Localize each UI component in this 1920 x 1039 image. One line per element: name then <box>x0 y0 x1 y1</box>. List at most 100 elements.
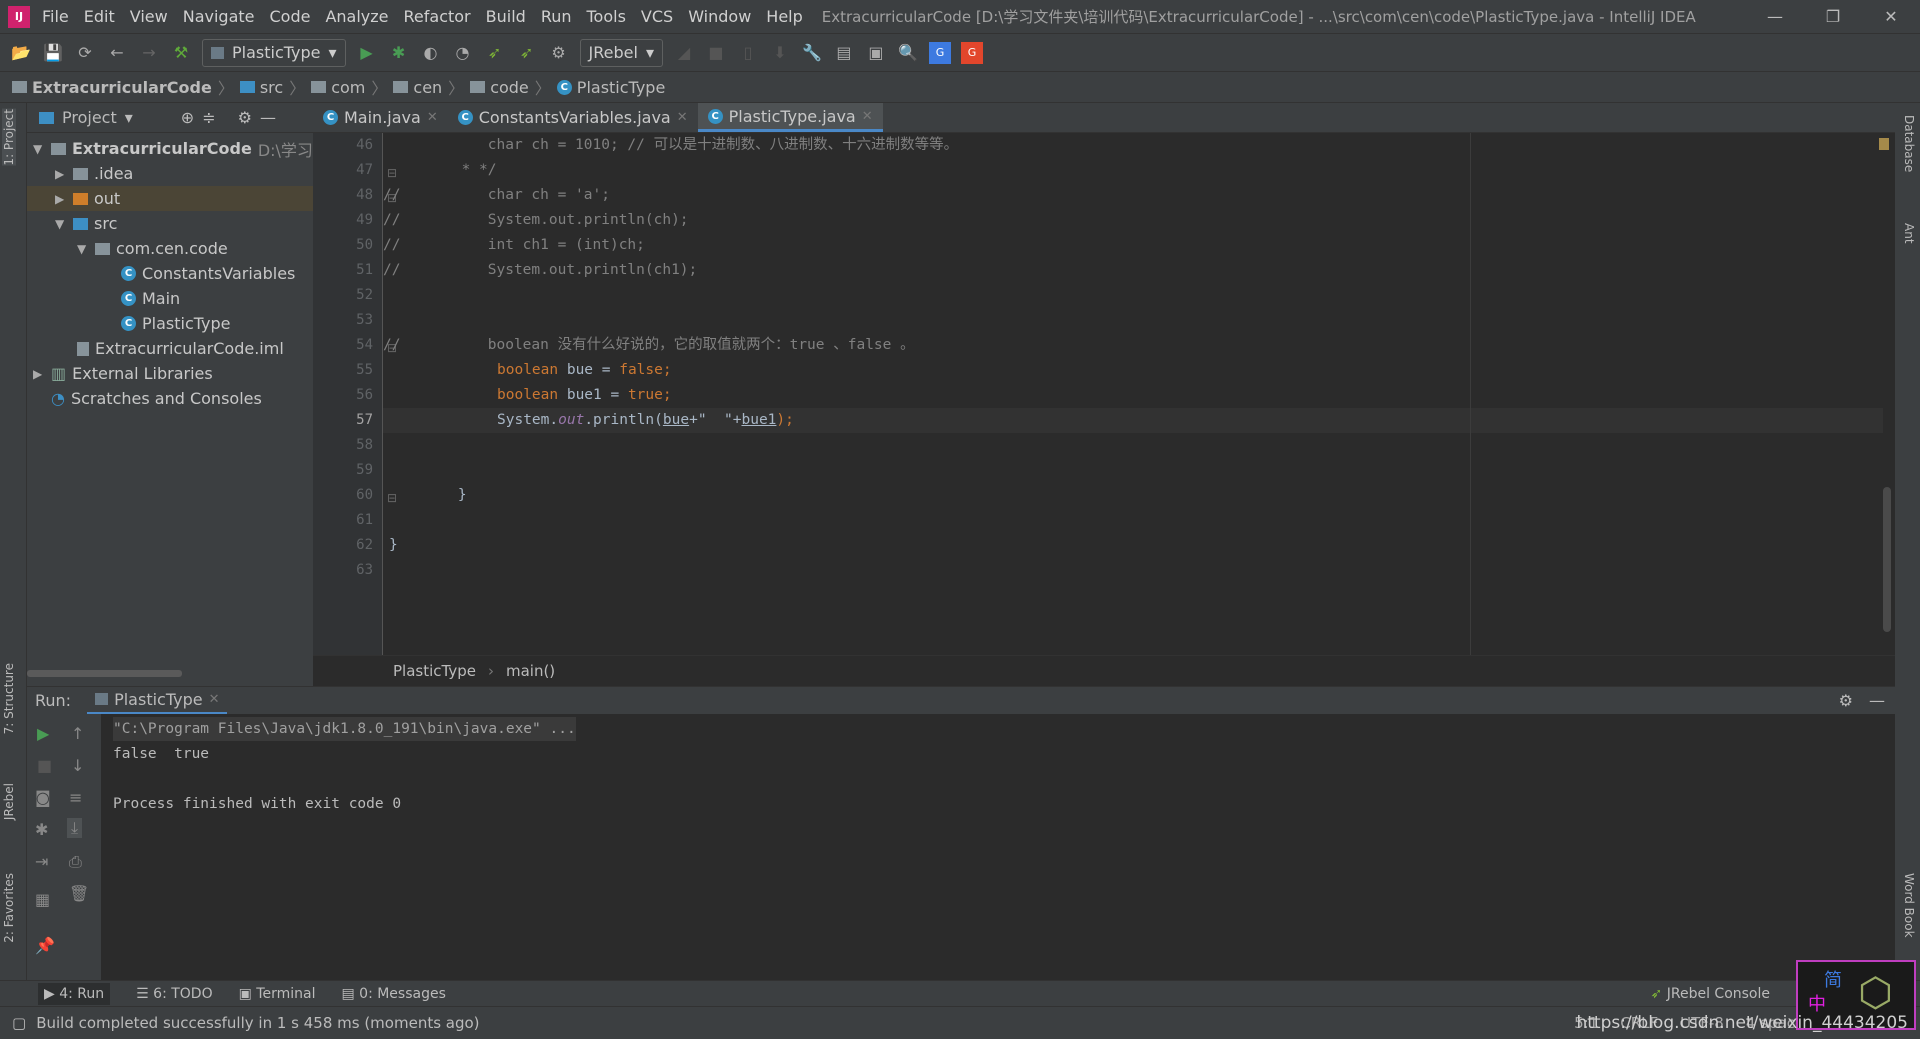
terminal-icon[interactable]: ▣ <box>865 42 887 64</box>
run-icon[interactable]: ▶ <box>356 42 378 64</box>
build-hammer-icon[interactable]: ⚒ <box>170 42 192 64</box>
tool-tab-word-book[interactable]: Word Book <box>1902 873 1916 938</box>
locate-icon[interactable]: ⊕ <box>181 108 194 127</box>
pin-icon[interactable]: 📌 <box>35 936 55 955</box>
minimize-button[interactable]: — <box>1746 0 1804 34</box>
crumb-method[interactable]: main() <box>506 662 555 680</box>
breadcrumb-project[interactable]: ExtracurricularCode <box>12 78 212 97</box>
jrebel-debug-icon[interactable]: ➶ <box>516 42 538 64</box>
close-tab-icon[interactable]: ✕ <box>427 110 438 125</box>
debug-icon[interactable]: ✱ <box>388 42 410 64</box>
menu-code[interactable]: Code <box>270 7 311 26</box>
login-icon[interactable]: ⇥ <box>35 852 48 871</box>
close-tab-icon[interactable]: ✕ <box>209 692 220 707</box>
trash-icon[interactable]: 🗑 <box>69 884 89 903</box>
menu-analyze[interactable]: Analyze <box>325 7 388 26</box>
project-horizontal-scrollbar[interactable] <box>27 670 182 677</box>
menu-navigate[interactable]: Navigate <box>183 7 255 26</box>
breadcrumb-code[interactable]: code <box>470 78 529 97</box>
scroll-up-icon[interactable]: ↑ <box>71 724 84 743</box>
project-view-select[interactable]: Project <box>62 108 117 127</box>
wrench-icon[interactable]: 🔧 <box>801 42 823 64</box>
tool-tab-structure[interactable]: 7: Structure <box>2 663 16 734</box>
tree-node-iml[interactable]: ExtracurricularCode.iml <box>77 336 284 361</box>
stop-icon[interactable]: ■ <box>37 756 52 775</box>
tree-node-src[interactable]: ▼ src <box>55 211 117 236</box>
gear-icon[interactable]: ⚙ <box>1839 691 1853 710</box>
run-config-select[interactable]: PlasticType ▾ <box>202 38 346 67</box>
tool-tab-terminal[interactable]: ▣ Terminal <box>239 986 316 1002</box>
tree-node-root[interactable]: ▼ ExtracurricularCode D:\学习文件 <box>33 136 345 161</box>
tab-constantsvariables-java[interactable]: C ConstantsVariables.java ✕ <box>448 103 698 132</box>
attach-icon[interactable]: ⚙ <box>548 42 570 64</box>
run-tab-plastictype[interactable]: PlasticType ✕ <box>87 687 228 715</box>
forward-icon[interactable]: → <box>138 42 160 64</box>
menu-refactor[interactable]: Refactor <box>404 7 471 26</box>
breadcrumb-src[interactable]: src <box>239 78 283 97</box>
menu-tools[interactable]: Tools <box>587 7 626 26</box>
chevron-down-icon[interactable]: ▾ <box>125 108 133 127</box>
tree-node-idea[interactable]: ▶ .idea <box>55 161 133 186</box>
code-editor[interactable]: char ch = 1010; // 可以是十进制数、八进制数、十六进制数等等。… <box>383 133 1883 655</box>
rebel-icon[interactable]: ◢ <box>673 42 695 64</box>
rerun-icon[interactable]: ▶ <box>37 724 49 743</box>
crumb-class[interactable]: PlasticType <box>393 662 476 680</box>
save-icon[interactable]: 💾 <box>42 42 64 64</box>
menu-run[interactable]: Run <box>541 7 572 26</box>
back-icon[interactable]: ← <box>106 42 128 64</box>
tool-tab-jrebel[interactable]: JRebel <box>2 783 16 820</box>
tool-tab-database[interactable]: Database <box>1902 115 1916 172</box>
tool-tab-ant[interactable]: Ant <box>1902 223 1916 244</box>
tree-node-external-libraries[interactable]: ▶ ▥ External Libraries <box>33 361 213 386</box>
tree-node-plastictype[interactable]: C PlasticType <box>121 311 231 336</box>
menu-edit[interactable]: Edit <box>84 7 115 26</box>
hide-icon[interactable]: — <box>1869 691 1885 710</box>
status-toggle-icon[interactable]: ▢ <box>12 1014 26 1032</box>
layout-icon[interactable]: ▦ <box>35 890 50 909</box>
sdk-icon[interactable]: ⬇ <box>769 42 791 64</box>
scroll-to-end-icon[interactable]: ⤓ <box>67 818 83 838</box>
tab-plastictype-java[interactable]: C PlasticType.java ✕ <box>697 103 883 132</box>
tool-tab-project[interactable]: 1: Project <box>2 109 16 166</box>
search-icon[interactable]: 🔍 <box>897 42 919 64</box>
tree-node-main[interactable]: C Main <box>121 286 180 311</box>
tool-tab-messages[interactable]: ▤ 0: Messages <box>341 986 445 1002</box>
stop-icon[interactable]: ■ <box>705 42 727 64</box>
collapse-all-icon[interactable]: ≑ <box>202 108 215 127</box>
sync-icon[interactable]: ⟳ <box>74 42 96 64</box>
close-tab-icon[interactable]: ✕ <box>677 110 688 125</box>
translate-icon[interactable]: G <box>928 41 951 64</box>
close-tab-icon[interactable]: ✕ <box>862 109 873 124</box>
project-structure-icon[interactable]: ▤ <box>833 42 855 64</box>
soft-wrap-icon[interactable]: ≡ <box>69 788 82 807</box>
menu-help[interactable]: Help <box>766 7 802 26</box>
tree-node-out[interactable]: ▶ out <box>27 186 313 211</box>
profile-icon[interactable]: ◔ <box>452 42 474 64</box>
jrebel-run-icon[interactable]: ➶ <box>484 42 506 64</box>
debug-icon[interactable]: ✱ <box>35 820 48 839</box>
scroll-down-icon[interactable]: ↓ <box>71 756 84 775</box>
tree-node-scratches[interactable]: ◔ Scratches and Consoles <box>51 386 262 411</box>
tool-tab-todo[interactable]: ☰ 6: TODO <box>136 986 212 1002</box>
breadcrumb-cen[interactable]: cen <box>393 78 442 97</box>
editor-vertical-scrollbar[interactable] <box>1883 487 1891 632</box>
console-output[interactable]: "C:\Program Files\Java\jdk1.8.0_191\bin\… <box>101 714 1895 980</box>
jrebel-console-button[interactable]: ➶ JRebel Console <box>1651 986 1770 1002</box>
tree-node-constantsvariables[interactable]: C ConstantsVariables <box>121 261 295 286</box>
tree-node-package[interactable]: ▼ com.cen.code <box>77 236 228 261</box>
coverage-icon[interactable]: ◐ <box>420 42 442 64</box>
restore-button[interactable]: ❐ <box>1804 0 1862 34</box>
device-icon[interactable]: ▯ <box>737 42 759 64</box>
menu-file[interactable]: File <box>42 7 69 26</box>
menu-view[interactable]: View <box>130 7 168 26</box>
jrebel-select[interactable]: JRebel ▾ <box>579 38 663 67</box>
gear-icon[interactable]: ⚙ <box>238 108 252 127</box>
hide-icon[interactable]: — <box>260 108 276 127</box>
translate-alt-icon[interactable]: G <box>960 41 983 64</box>
menu-build[interactable]: Build <box>486 7 526 26</box>
breadcrumb-class[interactable]: C PlasticType <box>556 78 665 97</box>
tool-tab-favorites[interactable]: 2: Favorites <box>2 873 16 943</box>
breadcrumb-com[interactable]: com <box>311 78 365 97</box>
tab-main-java[interactable]: C Main.java ✕ <box>313 103 448 132</box>
menu-vcs[interactable]: VCS <box>641 7 673 26</box>
